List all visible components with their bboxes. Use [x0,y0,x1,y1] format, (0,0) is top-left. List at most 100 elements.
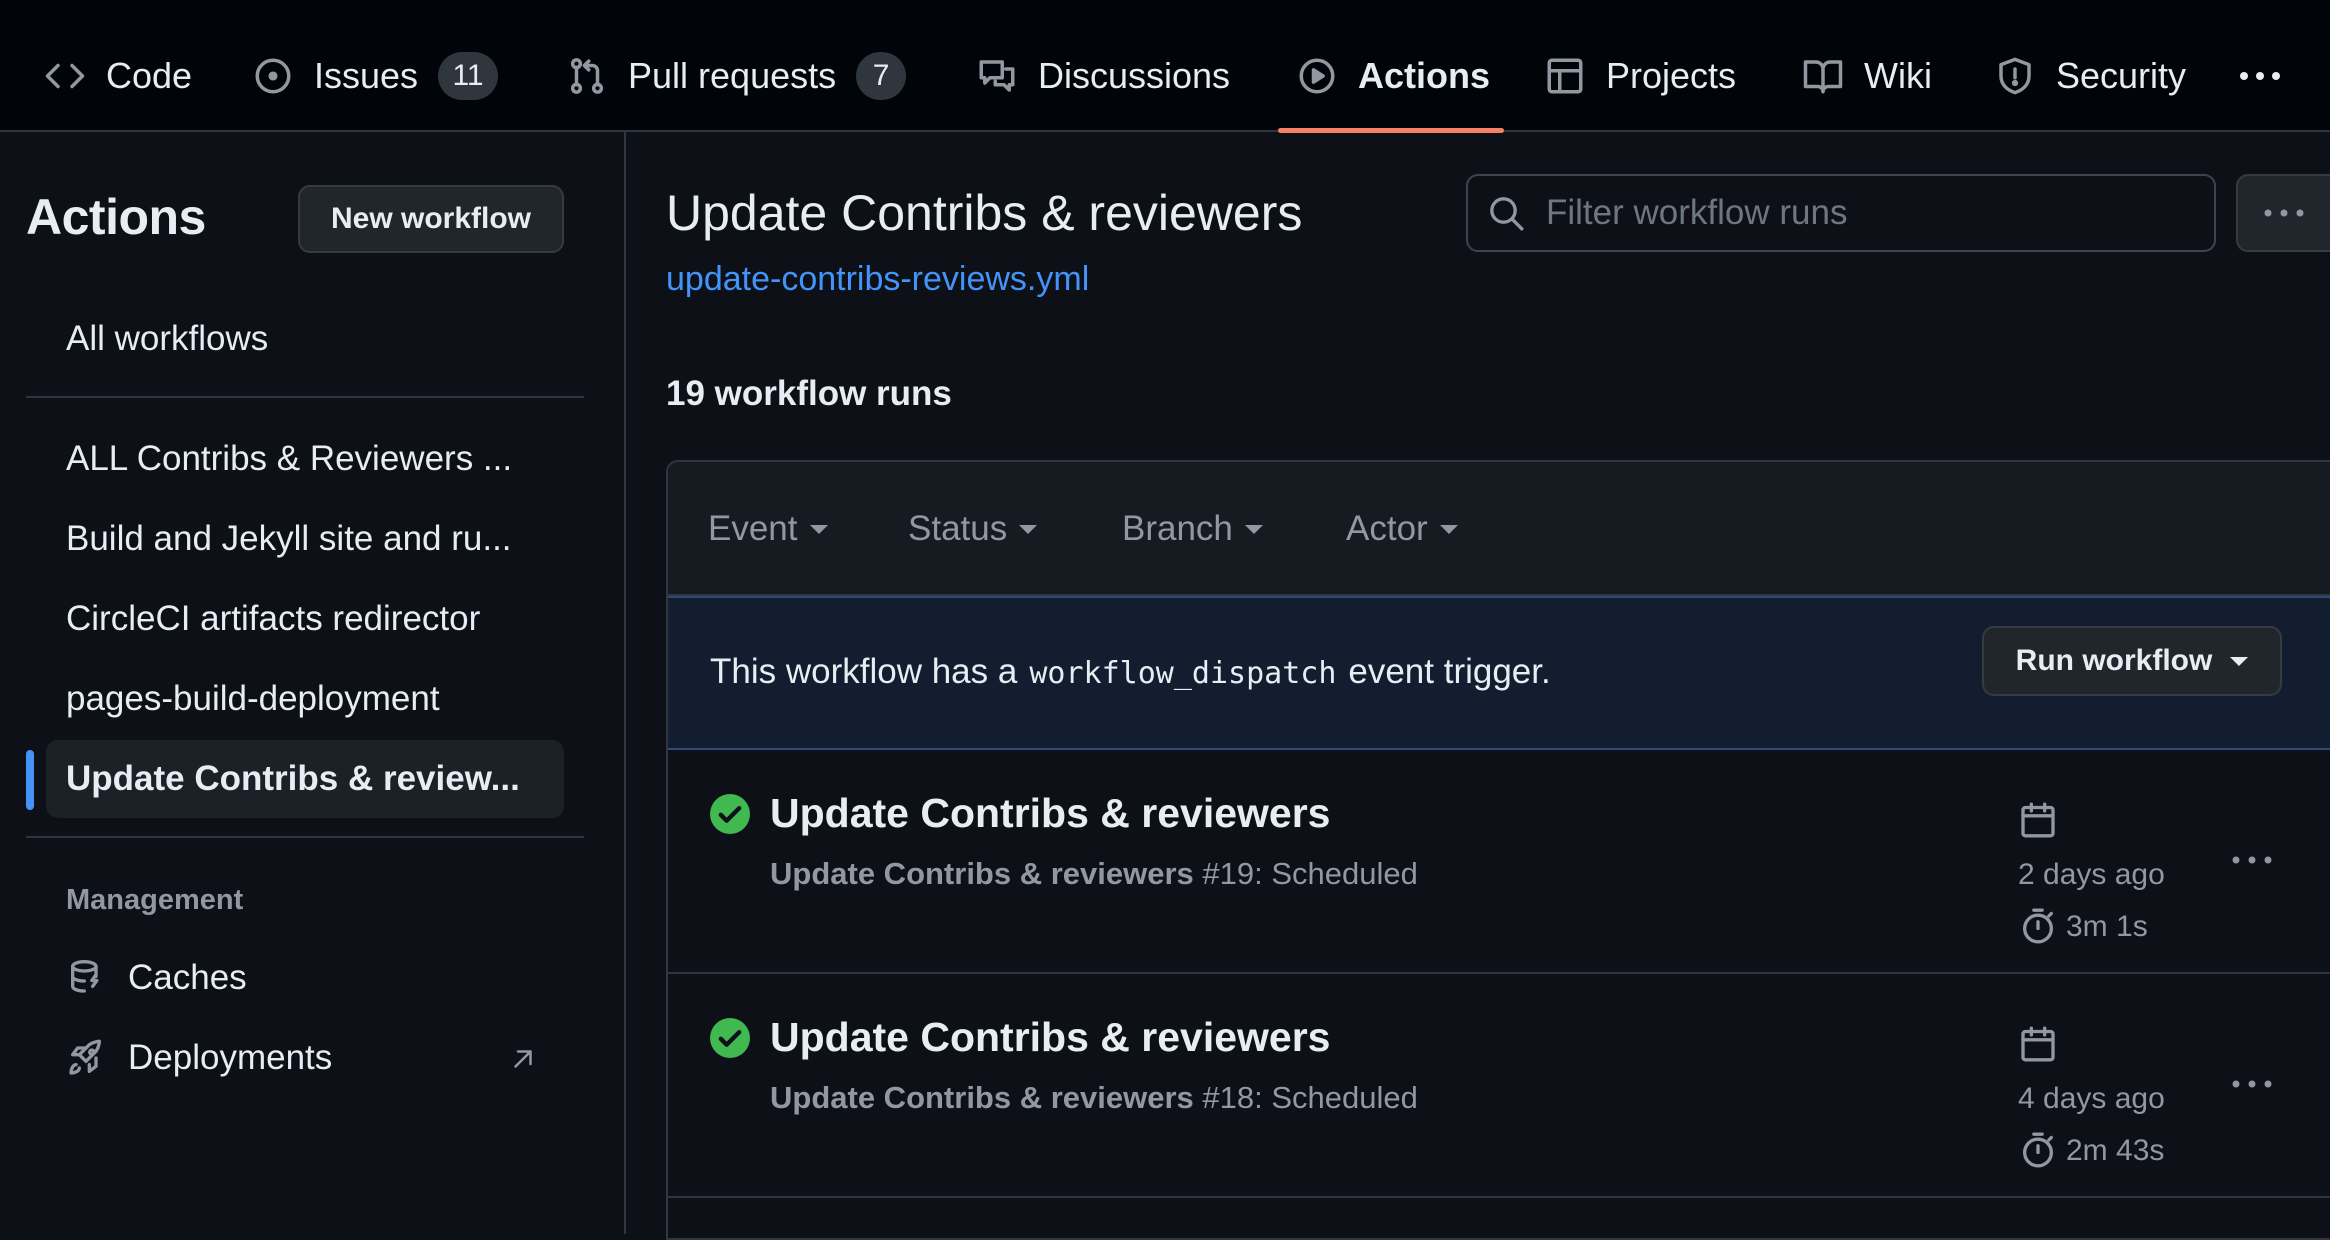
comment-discussion-icon [979,60,1015,92]
filter-branch-dropdown[interactable]: Branch [1122,506,1263,552]
check-circle-icon [710,1018,750,1058]
run-title[interactable]: Update Contribs & reviewers [770,790,1331,837]
code-icon [45,63,85,89]
repo-nav: Code Issues 11 Pull requests 7 Discussio… [0,0,2330,133]
dispatch-message: This workflow has a workflow_dispatch even… [710,652,1551,692]
database-icon [71,960,99,993]
more-options-button[interactable] [2236,174,2330,252]
tab-pull-requests-label: Pull requests [628,55,837,96]
management-heading: Management [66,884,244,916]
calendar-icon [2021,1026,2055,1062]
sidebar-item-all-workflows[interactable]: All workflows [46,300,564,378]
run-date: 2 days ago [2018,858,2165,891]
deployments-label: Deployments [128,1038,333,1077]
runs-filter-bar: Event Status Branch Actor [668,462,2330,596]
workflow-run-row[interactable]: Update Contribs & reviewers Update Contr… [668,750,2330,974]
workflow-dispatch-banner: This workflow has a workflow_dispatch even… [668,596,2330,750]
table-icon [1547,58,1583,94]
filter-event-label: Event [708,509,798,548]
tab-code-label: Code [106,55,193,96]
run-duration: 2m 43s [2066,1134,2165,1167]
filter-status-label: Status [908,509,1008,548]
sidebar-workflow-item[interactable]: CircleCI artifacts redirector [46,580,564,658]
search-icon [1490,197,1524,231]
filter-workflow-runs[interactable] [1466,174,2216,252]
run-subtitle: Update Contribs & reviewers #18: Schedul… [770,1080,1418,1116]
dispatch-suffix: event trigger. [1348,652,1551,691]
dispatch-code: workflow_dispatch [1029,656,1337,691]
caches-label: Caches [128,958,247,997]
run-subtitle: Update Contribs & reviewers #19: Schedul… [770,856,1418,892]
git-pull-request-icon [570,58,604,94]
pull-requests-count-badge: 7 [856,52,907,100]
kebab-horizontal-icon[interactable] [2228,840,2276,880]
stopwatch-icon [2023,908,2053,944]
filter-branch-label: Branch [1122,509,1233,548]
dispatch-prefix: This workflow has a [710,652,1018,691]
run-duration: 3m 1s [2066,910,2148,943]
sidebar-workflow-item-active[interactable]: Update Contribs & review... [46,740,564,818]
tab-discussions[interactable]: Discussions [976,40,1230,112]
sidebar-divider [26,836,584,838]
play-icon [1299,58,1335,94]
run-number: #19: Scheduled [1202,856,1418,891]
runs-count: 19 workflow runs [666,374,952,413]
book-icon [1803,60,1843,94]
filter-status-dropdown[interactable]: Status [908,506,1038,552]
tab-issues[interactable]: Issues 11 [252,40,499,112]
run-workflow-label: Run workflow [2015,644,2213,677]
issues-count-badge: 11 [438,52,499,100]
tab-pull-requests[interactable]: Pull requests 7 [566,40,907,112]
shield-icon [1999,57,2031,95]
sidebar-item-caches[interactable]: Caches [66,948,247,1008]
filter-event-dropdown[interactable]: Event [708,506,828,552]
issue-opened-icon [255,58,291,94]
sidebar-item-deployments[interactable]: Deployments [66,1028,332,1088]
sidebar-workflow-item[interactable]: pages-build-deployment [46,660,564,738]
chevron-down-icon [809,524,828,534]
tab-projects[interactable]: Projects [1544,40,1736,112]
run-workflow-name: Update Contribs & reviewers [770,1080,1194,1115]
sidebar-workflow-item[interactable]: Build and Jekyll site and ru... [46,500,564,578]
kebab-horizontal-icon[interactable] [2236,56,2284,96]
calendar-icon [2021,802,2055,838]
filter-input[interactable] [1544,192,2198,234]
workflow-run-row[interactable]: Update Contribs & reviewers Update Contr… [668,974,2330,1198]
chevron-down-icon [1439,524,1458,534]
active-item-indicator [26,750,34,810]
tab-discussions-label: Discussions [1038,55,1231,96]
kebab-horizontal-icon[interactable] [2228,1064,2276,1104]
run-number: #18: Scheduled [1202,1080,1418,1115]
workflow-title: Update Contribs & reviewers [666,185,1303,241]
sidebar-title: Actions [26,189,206,245]
sidebar-workflow-item[interactable]: ALL Contribs & Reviewers ... [46,420,564,498]
rocket-icon [69,1039,102,1075]
active-tab-indicator [1278,128,1504,133]
chevron-down-icon [2230,656,2249,666]
workflow-file-link[interactable]: update-contribs-reviews.yml [666,260,1089,299]
new-workflow-button[interactable]: New workflow [298,185,564,253]
workflow-runs-list: Event Status Branch Actor This workflow … [666,460,2330,1240]
tab-actions-label: Actions [1358,55,1491,96]
run-title[interactable]: Update Contribs & reviewers [770,1014,1331,1061]
run-date: 4 days ago [2018,1082,2165,1115]
filter-actor-dropdown[interactable]: Actor [1346,506,1458,552]
run-workflow-name: Update Contribs & reviewers [770,856,1194,891]
check-circle-icon [710,794,750,834]
tab-projects-label: Projects [1606,55,1737,96]
tab-security-label: Security [2056,55,2187,96]
chevron-down-icon [1244,524,1263,534]
tab-actions[interactable]: Actions [1296,40,1490,112]
stopwatch-icon [2023,1132,2053,1168]
tab-code[interactable]: Code [44,40,192,112]
filter-actor-label: Actor [1346,509,1428,548]
tab-issues-label: Issues [314,55,419,96]
tab-wiki-label: Wiki [1864,55,1932,96]
run-workflow-button[interactable]: Run workflow [1982,626,2282,696]
arrow-up-right-icon [514,1050,532,1068]
tab-security[interactable]: Security [1994,40,2186,112]
sidebar-divider [26,396,584,398]
kebab-horizontal-icon [2264,209,2304,217]
tab-wiki[interactable]: Wiki [1802,40,1932,112]
actions-sidebar: Actions New workflow All workflows ALL C… [0,132,626,1234]
